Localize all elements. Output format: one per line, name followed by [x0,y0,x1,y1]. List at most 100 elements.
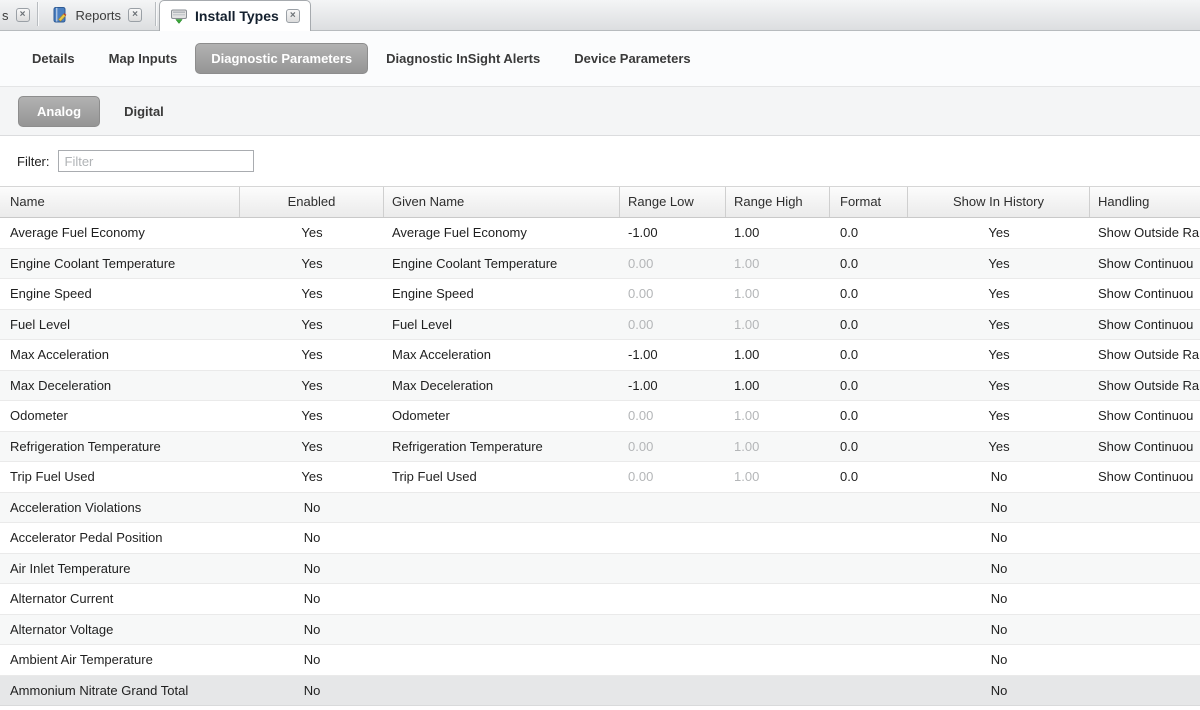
cell-name: Air Inlet Temperature [0,554,240,584]
cell-format: 0.0 [830,371,908,401]
cell-given-name: Max Acceleration [384,340,620,370]
cell-range-low [620,645,726,675]
table-row[interactable]: Ammonium Nitrate Grand TotalNoNo [0,676,1200,707]
cell-given-name: Engine Speed [384,279,620,309]
table-row[interactable]: Fuel LevelYesFuel Level0.001.000.0YesSho… [0,310,1200,341]
cell-format: 0.0 [830,432,908,462]
cell-enabled: No [240,676,384,706]
cell-show-in-history: Yes [908,310,1090,340]
tab-separator [155,2,156,26]
cell-name: Fuel Level [0,310,240,340]
cell-range-low [620,584,726,614]
tab-install-types[interactable]: Install Types × [159,0,311,31]
table-row[interactable]: Refrigeration TemperatureYesRefrigeratio… [0,432,1200,463]
filter-input[interactable] [58,150,254,172]
nav-item-diagnostic-insight-alerts[interactable]: Diagnostic InSight Alerts [384,44,542,73]
cell-range-low: 0.00 [620,310,726,340]
cell-name: Max Deceleration [0,371,240,401]
cell-given-name: Odometer [384,401,620,431]
toggle-analog[interactable]: Analog [18,96,100,127]
cell-format [830,676,908,706]
cell-name: Refrigeration Temperature [0,432,240,462]
cell-show-in-history: No [908,676,1090,706]
column-header-given-name[interactable]: Given Name [384,187,620,217]
table-row[interactable]: Engine Coolant TemperatureYesEngine Cool… [0,249,1200,280]
table-row[interactable]: Acceleration ViolationsNoNo [0,493,1200,524]
nav-item-details[interactable]: Details [30,44,77,73]
cell-range-high [726,554,830,584]
cell-show-in-history: Yes [908,249,1090,279]
cell-format: 0.0 [830,218,908,248]
cell-enabled: Yes [240,249,384,279]
cell-range-high: 1.00 [726,279,830,309]
cell-range-low: 0.00 [620,462,726,492]
close-icon[interactable]: × [128,8,142,22]
cell-format [830,523,908,553]
tab-separator [37,2,38,26]
tab-partial[interactable]: s × [0,0,34,30]
tab-reports[interactable]: Reports × [41,0,153,30]
nav-item-device-parameters[interactable]: Device Parameters [572,44,692,73]
filter-label: Filter: [17,154,50,169]
cell-given-name [384,523,620,553]
table-row[interactable]: Max DecelerationYesMax Deceleration-1.00… [0,371,1200,402]
cell-enabled: No [240,493,384,523]
cell-handling [1090,493,1200,523]
close-icon[interactable]: × [286,9,300,23]
cell-enabled: No [240,584,384,614]
cell-range-low: -1.00 [620,218,726,248]
table-row[interactable]: Ambient Air TemperatureNoNo [0,645,1200,676]
cell-range-high: 1.00 [726,462,830,492]
cell-format [830,554,908,584]
column-header-enabled[interactable]: Enabled [240,187,384,217]
cell-name: Accelerator Pedal Position [0,523,240,553]
table-row[interactable]: Accelerator Pedal PositionNoNo [0,523,1200,554]
column-header-name[interactable]: Name [0,187,240,217]
nav-item-diagnostic-parameters[interactable]: Diagnostic Parameters [195,43,368,74]
filter-row: Filter: [0,136,1200,187]
table-row[interactable]: Trip Fuel UsedYesTrip Fuel Used0.001.000… [0,462,1200,493]
table-row[interactable]: Engine SpeedYesEngine Speed0.001.000.0Ye… [0,279,1200,310]
cell-name: Engine Speed [0,279,240,309]
table-row[interactable]: Alternator VoltageNoNo [0,615,1200,646]
close-icon[interactable]: × [16,8,30,22]
cell-show-in-history: Yes [908,371,1090,401]
cell-format [830,615,908,645]
tab-install-types-label: Install Types [195,8,279,24]
cell-show-in-history: No [908,584,1090,614]
column-header-range-low[interactable]: Range Low [620,187,726,217]
cell-range-high: 1.00 [726,218,830,248]
cell-range-low [620,676,726,706]
nav-item-map-inputs[interactable]: Map Inputs [107,44,180,73]
cell-range-low [620,554,726,584]
cell-enabled: Yes [240,218,384,248]
cell-given-name [384,676,620,706]
table-row[interactable]: Air Inlet TemperatureNoNo [0,554,1200,585]
cell-range-low: 0.00 [620,401,726,431]
cell-handling: Show Continuou [1090,279,1200,309]
toggle-digital[interactable]: Digital [122,97,166,126]
column-header-range-high[interactable]: Range High [726,187,830,217]
table-row[interactable]: Average Fuel EconomyYesAverage Fuel Econ… [0,218,1200,249]
cell-range-high [726,615,830,645]
diagnostic-parameters-page: s × Reports × [0,0,1200,710]
column-header-handling[interactable]: Handling [1090,187,1200,217]
cell-range-high [726,493,830,523]
cell-enabled: Yes [240,279,384,309]
column-header-show-in-history[interactable]: Show In History [908,187,1090,217]
cell-given-name: Average Fuel Economy [384,218,620,248]
cell-format: 0.0 [830,279,908,309]
table-row[interactable]: OdometerYesOdometer0.001.000.0YesShow Co… [0,401,1200,432]
grid-body: Average Fuel EconomyYesAverage Fuel Econ… [0,218,1200,706]
column-header-format[interactable]: Format [830,187,908,217]
cell-handling [1090,676,1200,706]
table-row[interactable]: Alternator CurrentNoNo [0,584,1200,615]
cell-name: Max Acceleration [0,340,240,370]
section-nav: Details Map Inputs Diagnostic Parameters Di… [0,31,1200,87]
cell-show-in-history: Yes [908,340,1090,370]
cell-range-low [620,493,726,523]
cell-name: Alternator Voltage [0,615,240,645]
cell-enabled: No [240,645,384,675]
cell-show-in-history: No [908,615,1090,645]
table-row[interactable]: Max AccelerationYesMax Acceleration-1.00… [0,340,1200,371]
